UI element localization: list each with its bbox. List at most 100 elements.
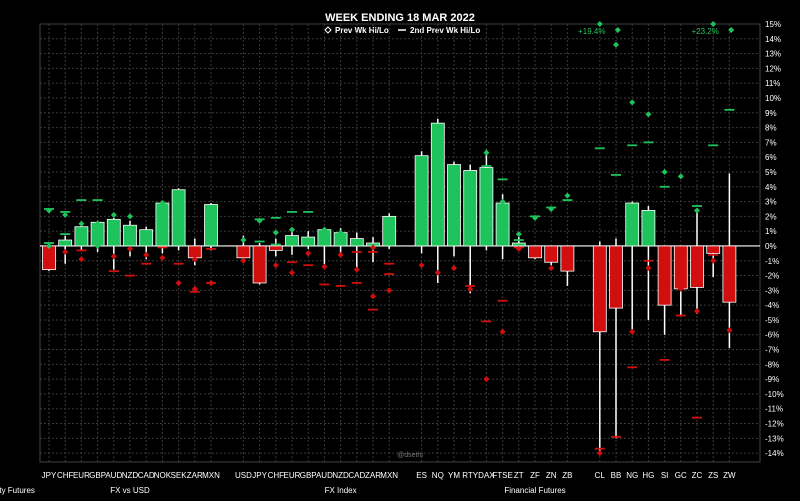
x-tick-label: EUR xyxy=(284,471,301,480)
y-tick-label: 5% xyxy=(765,168,777,177)
candle-body xyxy=(673,245,688,290)
x-tick-label: ZN xyxy=(546,471,557,480)
y-tick-label: 4% xyxy=(765,183,777,192)
x-tick-label: YM xyxy=(448,471,460,480)
y-tick-label: -3% xyxy=(765,286,779,295)
watermark: @dsethi xyxy=(397,452,423,459)
y-tick-label: -11% xyxy=(765,405,783,414)
x-tick-label: ZW xyxy=(723,471,736,480)
x-tick-label: AUD xyxy=(105,471,122,480)
x-tick-label: ZC xyxy=(692,471,703,480)
candle-body xyxy=(155,202,170,247)
x-tick-label: GC xyxy=(675,471,687,480)
x-tick-label: EUR xyxy=(73,471,90,480)
x-tick-label: ZAR xyxy=(187,471,203,480)
x-tick-label: JPY xyxy=(252,471,267,480)
candle-body xyxy=(171,189,186,247)
offscale-annotation: +19.4% xyxy=(578,27,605,36)
y-tick-label: 15% xyxy=(765,20,781,29)
candle-body xyxy=(690,245,704,288)
x-tick-label: AUD xyxy=(316,471,333,480)
chart-title: WEEK ENDING 18 MAR 2022 xyxy=(325,12,475,24)
candle-body xyxy=(511,242,526,247)
x-tick-label: ZB xyxy=(562,471,572,480)
x-tick-label: NG xyxy=(626,471,638,480)
x-tick-label: ZS xyxy=(708,471,718,480)
x-tick-label: CAD xyxy=(138,471,155,480)
y-tick-label: -13% xyxy=(765,434,784,443)
x-tick-label: NZD xyxy=(122,471,139,480)
group-label: Financial Futures xyxy=(504,486,565,495)
x-tick-label: CAD xyxy=(348,471,365,480)
candle-body xyxy=(641,210,656,247)
candle-body xyxy=(123,224,137,247)
y-tick-label: -10% xyxy=(765,390,784,399)
x-tick-label: NZD xyxy=(332,471,349,480)
candle-body xyxy=(106,218,121,247)
y-tick-label: 10% xyxy=(765,94,781,103)
candle-body xyxy=(285,235,299,247)
y-tick-label: 3% xyxy=(765,198,777,207)
legend-prev-week-label: Prev Wk Hi/Lo xyxy=(335,26,389,35)
candle-body xyxy=(187,245,202,259)
candle-body xyxy=(609,245,623,309)
x-tick-label: NOK xyxy=(154,471,172,480)
y-tick-label: 2% xyxy=(765,212,777,221)
x-tick-label: GBP xyxy=(300,471,317,480)
candle-body xyxy=(252,245,267,284)
candle-body xyxy=(414,155,429,247)
group-label: FX vs USD xyxy=(110,486,150,495)
candle-body xyxy=(592,245,607,333)
x-tick-label: SEK xyxy=(171,471,188,480)
x-tick-label: CL xyxy=(595,471,606,480)
y-tick-label: 12% xyxy=(765,64,781,73)
x-tick-label: SI xyxy=(661,471,669,480)
x-tick-label: ZF xyxy=(530,471,540,480)
y-tick-label: 1% xyxy=(765,227,777,236)
group-label: Commodity Futures xyxy=(0,486,35,495)
x-tick-label: JPY xyxy=(42,471,57,480)
x-tick-label: GBP xyxy=(89,471,106,480)
y-tick-label: 14% xyxy=(765,35,781,44)
y-tick-label: -7% xyxy=(765,346,779,355)
y-tick-label: -4% xyxy=(765,301,779,310)
candle-body xyxy=(479,167,494,247)
candle-body xyxy=(495,202,510,247)
y-tick-label: 6% xyxy=(765,153,777,162)
y-tick-label: 8% xyxy=(765,124,777,133)
y-tick-label: -9% xyxy=(765,375,779,384)
candle-body xyxy=(430,122,445,247)
y-tick-label: -12% xyxy=(765,420,784,429)
x-tick-label: NQ xyxy=(432,471,444,480)
x-tick-label: BB xyxy=(611,471,622,480)
x-tick-label: MXN xyxy=(202,471,220,480)
x-tick-label: ZT xyxy=(514,471,524,480)
y-tick-label: -6% xyxy=(765,331,779,340)
y-tick-label: -2% xyxy=(765,272,779,281)
y-tick-label: 11% xyxy=(765,79,780,88)
y-tick-label: 13% xyxy=(765,50,781,59)
x-tick-label: CHF xyxy=(57,471,74,480)
x-tick-label: HG xyxy=(642,471,654,480)
x-tick-label: USD xyxy=(235,471,252,480)
y-tick-label: 0% xyxy=(765,242,777,251)
candle-body xyxy=(58,239,73,247)
y-tick-label: -8% xyxy=(765,360,779,369)
y-tick-label: -5% xyxy=(765,316,779,325)
x-tick-label: RTY xyxy=(462,471,479,480)
x-tick-label: ES xyxy=(416,471,427,480)
group-label: FX Index xyxy=(325,486,357,495)
candle-body xyxy=(74,226,89,247)
chart: WEEK ENDING 18 MAR 2022 Prev Wk Hi/Lo 2n… xyxy=(0,0,800,501)
x-tick-label: FTSE xyxy=(492,471,512,480)
y-tick-label: -14% xyxy=(765,449,784,458)
candle-body xyxy=(722,245,737,303)
y-tick-label: 9% xyxy=(765,109,777,118)
candle-body xyxy=(706,245,721,254)
y-tick-label: 7% xyxy=(765,138,777,147)
x-tick-label: MXN xyxy=(380,471,398,480)
y-tick-label: -1% xyxy=(765,257,779,266)
offscale-annotation: +23.2% xyxy=(692,27,719,36)
x-tick-label: CHF xyxy=(268,471,285,480)
candle-body xyxy=(657,245,672,306)
